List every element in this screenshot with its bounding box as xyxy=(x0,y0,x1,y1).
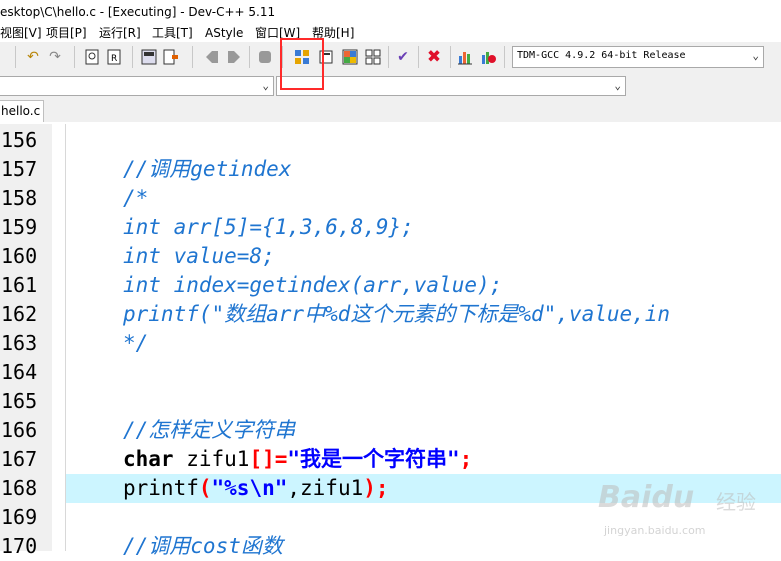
undo-icon[interactable]: ↶ xyxy=(24,48,42,66)
toolbar-separator xyxy=(192,46,193,68)
toolbar-separator xyxy=(450,46,451,68)
annotation-highlight-box xyxy=(280,38,324,90)
rebuild-icon[interactable] xyxy=(364,48,382,66)
line-number: 161 xyxy=(1,273,38,297)
menu-run[interactable]: 运行[R] xyxy=(99,24,141,42)
line-number: 164 xyxy=(1,360,38,384)
symbol-token: []= xyxy=(249,447,288,471)
line-number: 159 xyxy=(1,215,38,239)
line-number: 167 xyxy=(1,447,38,471)
code-line: printf("数组arr中%d这个元素的下标是%d",value,in xyxy=(123,302,671,326)
tab-bar: hello.c xyxy=(0,98,781,122)
menu-bar: 视图[V] 项目[P] 运行[R] 工具[T] AStyle 窗口[W] 帮助[… xyxy=(0,24,781,42)
svg-text:R: R xyxy=(111,54,117,64)
watermark-logo: Baidu xyxy=(598,480,695,515)
chevron-down-icon: ⌄ xyxy=(614,79,621,92)
line-number: 160 xyxy=(1,244,38,268)
close-icon[interactable]: ✖ xyxy=(425,47,443,67)
unindent-icon[interactable] xyxy=(225,48,243,66)
replace-icon[interactable]: R xyxy=(106,48,124,66)
line-number: 170 xyxy=(1,534,38,558)
toolbar-separator xyxy=(418,46,419,68)
toolbar: ↶ ↷ R ✔ ✖ TDM-GCC 4.9.2 64-bit Release ⌄ xyxy=(0,42,781,73)
watermark-text: 经验 xyxy=(716,490,756,514)
toolbar-separator xyxy=(132,46,133,68)
code-line: */ xyxy=(123,331,149,355)
class-browser-bar: ⌄ ⌄ xyxy=(0,72,781,98)
line-number: 165 xyxy=(1,389,38,413)
toolbar-separator xyxy=(15,46,16,68)
title-bar: esktop\C\hello.c - [Executing] - Dev-C++… xyxy=(0,0,781,24)
code-line: char zifu1[]="我是一个字符串"; xyxy=(123,445,472,474)
menu-project[interactable]: 项目[P] xyxy=(46,24,87,42)
string-token: "我是一个字符串" xyxy=(287,447,460,471)
goto-icon[interactable] xyxy=(162,48,180,66)
identifier-token: ,zifu1 xyxy=(287,476,364,500)
symbol-token: ); xyxy=(363,476,389,500)
watermark: Baidu 经验 jingyan.baidu.com xyxy=(598,480,778,544)
toolbar-separator xyxy=(74,46,75,68)
redo-icon[interactable]: ↷ xyxy=(46,48,64,66)
line-number: 163 xyxy=(1,331,38,355)
class-select[interactable]: ⌄ xyxy=(0,76,274,96)
symbol-token: ; xyxy=(459,447,473,471)
compile-run-icon[interactable] xyxy=(341,48,359,66)
keyword-token: char xyxy=(123,447,174,471)
compiler-select[interactable]: TDM-GCC 4.9.2 64-bit Release ⌄ xyxy=(512,46,764,68)
toggle-comment-icon[interactable] xyxy=(256,48,274,66)
compiler-select-value: TDM-GCC 4.9.2 64-bit Release xyxy=(517,50,686,61)
line-number-gutter: 156 157 158 159 160 161 162 163 164 165 … xyxy=(0,124,52,558)
member-select[interactable]: ⌄ xyxy=(276,76,626,96)
syntax-check-icon[interactable]: ✔ xyxy=(394,48,412,66)
line-number: 168 xyxy=(1,476,38,500)
chevron-down-icon: ⌄ xyxy=(752,49,759,62)
chart-icon[interactable] xyxy=(456,48,474,66)
identifier-token: printf xyxy=(123,476,199,500)
chevron-down-icon: ⌄ xyxy=(262,79,269,92)
line-number: 162 xyxy=(1,302,38,326)
code-line: //调用getindex xyxy=(123,157,292,181)
watermark-url: jingyan.baidu.com xyxy=(604,524,706,537)
toolbar-separator xyxy=(388,46,389,68)
string-token: "%s\n" xyxy=(211,476,288,500)
save-all-icon[interactable] xyxy=(140,48,158,66)
menu-astyle[interactable]: AStyle xyxy=(205,24,243,42)
code-line: int value=8; xyxy=(123,244,275,268)
toolbar-separator xyxy=(249,46,250,68)
line-number: 156 xyxy=(1,128,38,152)
code-line: int index=getindex(arr,value); xyxy=(123,273,503,297)
tab-label: hello.c xyxy=(1,104,41,118)
line-number: 158 xyxy=(1,186,38,210)
line-number: 169 xyxy=(1,505,38,529)
menu-view[interactable]: 视图[V] xyxy=(0,24,42,42)
identifier-token: zifu1 xyxy=(173,447,250,471)
code-line: //调用cost函数 xyxy=(123,534,283,558)
profile-icon[interactable] xyxy=(479,48,497,66)
toolbar-separator xyxy=(504,46,505,68)
menu-tools[interactable]: 工具[T] xyxy=(152,24,193,42)
line-number: 157 xyxy=(1,157,38,181)
code-line: /* xyxy=(123,186,149,210)
line-number: 166 xyxy=(1,418,38,442)
tab-hello-c[interactable]: hello.c xyxy=(0,100,44,122)
window-title: esktop\C\hello.c - [Executing] - Dev-C++… xyxy=(0,5,276,19)
find-icon[interactable] xyxy=(84,48,102,66)
symbol-token: ( xyxy=(198,476,212,500)
code-line: printf("%s\n",zifu1); xyxy=(123,474,389,503)
code-line: int arr[5]={1,3,6,8,9}; xyxy=(123,215,414,239)
code-line: //怎样定义字符串 xyxy=(123,418,296,442)
indent-icon[interactable] xyxy=(203,48,221,66)
